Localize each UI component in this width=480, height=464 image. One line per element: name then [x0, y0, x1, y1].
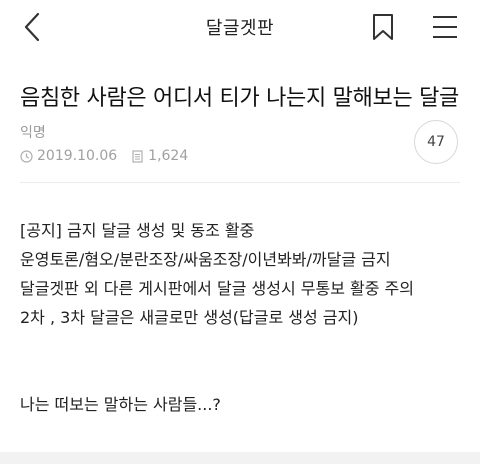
post-author[interactable]: 익명: [20, 122, 46, 142]
top-navigation-bar: 달글겟판: [0, 0, 480, 52]
board-title: 달글겟판: [0, 14, 480, 40]
post-title: 음침한 사람은 어디서 티가 나는지 말해보는 달글: [20, 80, 470, 112]
body-line: [공지] 금지 달글 생성 및 동조 활중: [20, 216, 465, 245]
post-date: 2019.10.06: [37, 148, 117, 164]
body-line: 나는 떠보는 말하는 사람들...?: [20, 390, 465, 419]
body-line: 운영토론/혐오/분란조장/싸움조장/이년봐봐/까달글 금지: [20, 245, 465, 274]
body-line: 달글겟판 외 다른 게시판에서 달글 생성시 무통보 활중 주의: [20, 274, 465, 303]
body-line: 2차 , 3차 달글은 새글로만 생성(답글로 생성 금지): [20, 303, 465, 332]
document-icon: [131, 150, 144, 163]
app-screen: 달글겟판 음침한 사람은 어디서 티가 나는지 말해보는 달글 익명 2019.…: [0, 0, 480, 464]
bookmark-icon: [370, 12, 396, 42]
comment-count: 47: [427, 134, 445, 150]
menu-button[interactable]: [430, 12, 460, 42]
bottom-section-divider: [0, 452, 480, 464]
bookmark-button[interactable]: [370, 12, 396, 42]
comment-count-button[interactable]: 47: [414, 120, 458, 164]
post-meta: 2019.10.06 1,624: [20, 146, 188, 166]
hamburger-menu-icon: [430, 12, 460, 42]
header-divider: [20, 182, 460, 183]
post-view-count: 1,624: [148, 148, 188, 164]
clock-icon: [20, 150, 33, 163]
post-body: [공지] 금지 달글 생성 및 동조 활중 운영토론/혐오/분란조장/싸움조장/…: [20, 216, 465, 419]
